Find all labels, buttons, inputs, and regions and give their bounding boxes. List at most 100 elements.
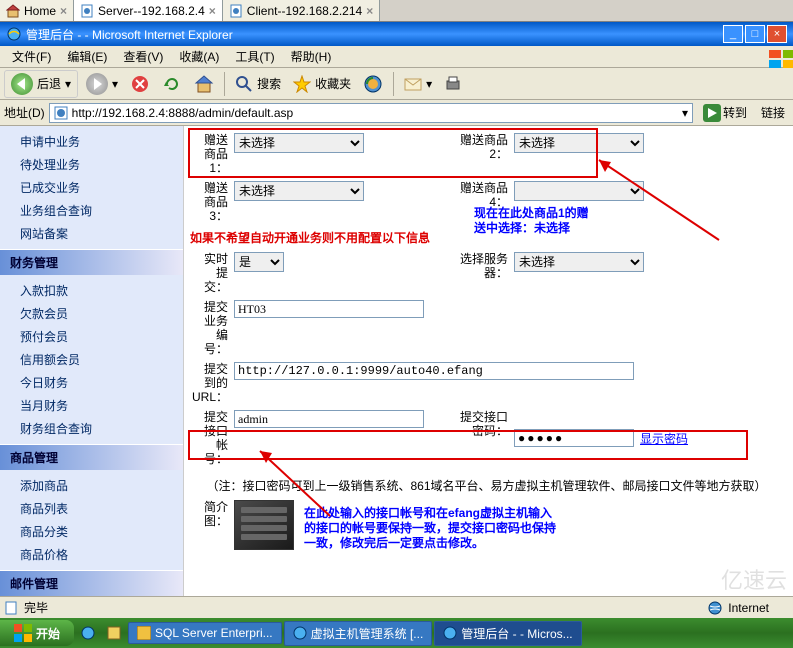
close-icon[interactable]: × [366,4,373,18]
menu-favorites[interactable]: 收藏(A) [171,46,227,67]
close-button[interactable]: × [767,25,787,43]
sidebar-item[interactable]: 申请中业务 [0,130,183,153]
print-button[interactable] [440,73,466,95]
taskbar: 开始 SQL Server Enterpri... 虚拟主机管理系统 [... … [0,618,793,648]
url-input[interactable]: http://192.168.2.4:8888/admin/default.as… [49,103,693,123]
submit-url-input[interactable] [234,362,634,380]
history-button[interactable] [359,72,387,96]
taskbar-task-admin[interactable]: 管理后台 - - Micros... [434,621,581,646]
start-label: 开始 [36,625,60,642]
tab-label: Home [24,4,56,18]
gift1-label: 赠送 商品 1： [190,133,230,175]
start-button[interactable]: 开始 [0,620,74,646]
sidebar-item[interactable]: 商品价格 [0,543,183,566]
tab-client[interactable]: Client--192.168.2.214 × [223,0,380,21]
sidebar-item[interactable]: 预付会员 [0,325,183,348]
content-area: 申请中业务 待处理业务 已成交业务 业务组合查询 网站备案 财务管理 入款扣款 … [0,126,793,596]
sidebar-group-product[interactable]: 商品管理 [0,444,183,470]
gift2-select[interactable]: 未选择 [514,133,644,153]
menu-view[interactable]: 查看(V) [115,46,171,67]
zone-text: Internet [728,601,789,615]
api-password-input[interactable] [514,429,634,447]
api-account-input[interactable] [234,410,424,428]
sidebar-item[interactable]: 已成交业务 [0,176,183,199]
gift4-select[interactable] [514,181,644,201]
gift2-label: 赠送商品 2： [450,133,510,175]
links-label[interactable]: 链接 [757,104,789,121]
gift3-select[interactable]: 未选择 [234,181,364,201]
server-select-label: 选择服务 器： [450,252,510,294]
main-form: 赠送 商品 1： 未选择 赠送商品 2： 未选择 赠送 商品 3： [184,126,793,596]
globe-icon [708,601,722,615]
server-image [234,500,294,550]
close-icon[interactable]: × [209,4,216,18]
sidebar-item[interactable]: 欠款会员 [0,302,183,325]
quicklaunch-icon[interactable] [102,625,126,641]
annotation-text-1: 现在在此处商品1的赠 送中选择：未选择 [474,206,589,236]
tab-home[interactable]: Home × [0,0,74,21]
menu-tools[interactable]: 工具(T) [227,46,282,67]
tab-server[interactable]: Server--192.168.2.4 × [74,0,223,21]
bizcode-input[interactable] [234,300,424,318]
tab-label: Client--192.168.2.214 [247,4,362,18]
favorites-button[interactable]: 收藏夹 [289,73,355,95]
show-password-link[interactable]: 显示密码 [640,430,688,447]
sidebar-group-mail[interactable]: 邮件管理 [0,570,183,596]
sidebar-item[interactable]: 入款扣款 [0,279,183,302]
back-label: 后退 [37,75,61,92]
sidebar-item[interactable]: 今日财务 [0,371,183,394]
menu-edit[interactable]: 编辑(E) [59,46,115,67]
realtime-label: 实时 提 交： [190,252,230,294]
page-icon [4,601,18,615]
annotation-text-2: 在此处输入的接口帐号和在efang虚拟主机输入 的接口的帐号要保持一致，提交接口… [304,506,556,551]
dropdown-icon[interactable]: ▾ [682,106,688,120]
search-label: 搜索 [257,75,281,92]
sidebar-item[interactable]: 业务组合查询 [0,199,183,222]
sidebar-item[interactable]: 网站备案 [0,222,183,245]
api-password-label: 提交接口 密码： [450,410,510,466]
ie-icon [6,26,22,42]
back-button[interactable]: 后退 ▾ [4,70,78,98]
home-button[interactable] [190,72,218,96]
forward-arrow-icon [86,73,108,95]
quicklaunch-icon[interactable] [76,625,100,641]
address-bar: 地址(D) http://192.168.2.4:8888/admin/defa… [0,100,793,126]
taskbar-task-sql[interactable]: SQL Server Enterpri... [128,622,282,644]
sidebar-item[interactable]: 当月财务 [0,394,183,417]
minimize-button[interactable]: _ [723,25,743,43]
maximize-button[interactable]: □ [745,25,765,43]
intro-img-label: 简介 图： [190,500,230,550]
sidebar-item[interactable]: 财务组合查询 [0,417,183,440]
sidebar-item[interactable]: 添加商品 [0,474,183,497]
password-note: （注：接口密码可到上一级销售系统、861域名平台、易方虚拟主机管理软件、邮局接口… [190,477,783,494]
gift3-label: 赠送 商品 3： [190,181,230,223]
server-select[interactable]: 未选择 [514,252,644,272]
realtime-select[interactable]: 是 [234,252,284,272]
window-titlebar: 管理后台 - - Microsoft Internet Explorer _ □… [0,22,793,46]
menu-help[interactable]: 帮助(H) [283,46,340,67]
forward-button[interactable]: ▾ [82,71,122,97]
go-button[interactable]: 转到 [697,102,753,124]
warning-text: 如果不希望自动开通业务则不用配置以下信息 [190,229,430,246]
stop-button[interactable] [126,72,154,96]
page-icon [229,4,243,18]
page-icon [80,4,94,18]
taskbar-task-vhost[interactable]: 虚拟主机管理系统 [... [284,621,433,646]
go-label: 转到 [723,104,747,121]
separator [224,72,225,96]
sidebar-item[interactable]: 商品分类 [0,520,183,543]
mail-button[interactable]: ▾ [400,74,436,94]
dropdown-icon: ▾ [112,77,118,91]
close-icon[interactable]: × [60,4,67,18]
sidebar-item[interactable]: 待处理业务 [0,153,183,176]
status-text: 完毕 [24,599,48,616]
sidebar-group-finance[interactable]: 财务管理 [0,249,183,275]
sidebar-item[interactable]: 商品列表 [0,497,183,520]
gift1-select[interactable]: 未选择 [234,133,364,153]
task-label: 管理后台 - - Micros... [461,625,572,642]
menu-file[interactable]: 文件(F) [4,46,59,67]
tab-label: Server--192.168.2.4 [98,4,205,18]
search-button[interactable]: 搜索 [231,73,285,95]
sidebar-item[interactable]: 信用额会员 [0,348,183,371]
refresh-button[interactable] [158,72,186,96]
